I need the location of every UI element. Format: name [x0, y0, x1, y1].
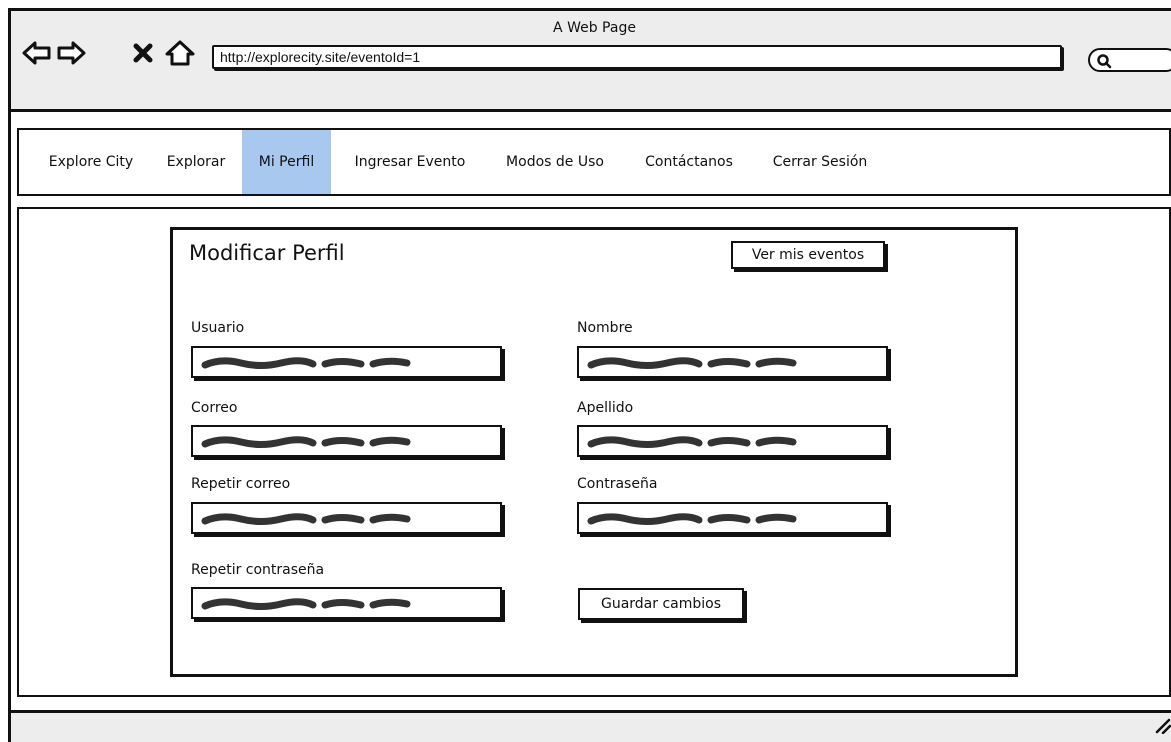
correo-field[interactable]: [191, 425, 502, 457]
field-label-repetir-correo: Repetir correo: [191, 476, 291, 492]
browser-window: A Web Page http://explorecity.site/event…: [0, 0, 1171, 742]
usuario-field[interactable]: [191, 346, 502, 378]
site-navbar: Explore City Explorar Mi Perfil Ingresar…: [17, 128, 1171, 196]
nav-item-explore-city[interactable]: Explore City: [33, 130, 149, 194]
window-title: A Web Page: [553, 20, 636, 36]
field-label-usuario: Usuario: [191, 320, 245, 336]
placeholder-scribble-icon: [587, 357, 797, 369]
search-icon: [1096, 53, 1112, 73]
contrasena-field[interactable]: [577, 502, 888, 534]
field-label-repetir-contrasena: Repetir contraseña: [191, 562, 325, 578]
form-title: Modificar Perfil: [189, 241, 345, 265]
nav-item-cerrar-sesion[interactable]: Cerrar Sesión: [759, 130, 881, 194]
placeholder-scribble-icon: [587, 513, 797, 525]
apellido-field[interactable]: [577, 425, 888, 457]
close-icon[interactable]: [128, 38, 158, 68]
field-label-apellido: Apellido: [577, 400, 634, 416]
url-bar[interactable]: http://explorecity.site/eventoId=1: [212, 45, 1062, 69]
repetir-correo-field[interactable]: [191, 502, 502, 534]
resize-grip-icon[interactable]: [1155, 718, 1171, 738]
browser-search-box[interactable]: [1088, 48, 1171, 72]
nombre-field[interactable]: [577, 346, 888, 378]
nav-item-mi-perfil[interactable]: Mi Perfil: [242, 130, 331, 194]
placeholder-scribble-icon: [587, 436, 797, 448]
save-changes-button[interactable]: Guardar cambios: [578, 588, 744, 620]
placeholder-scribble-icon: [201, 598, 411, 610]
forward-arrow-icon[interactable]: [56, 38, 86, 68]
placeholder-scribble-icon: [201, 357, 411, 369]
repetir-contrasena-field[interactable]: [191, 587, 502, 619]
field-label-nombre: Nombre: [577, 320, 633, 336]
nav-item-explorar[interactable]: Explorar: [155, 130, 237, 194]
status-bar: [8, 710, 1171, 742]
placeholder-scribble-icon: [201, 513, 411, 525]
nav-item-contactanos[interactable]: Contáctanos: [629, 130, 749, 194]
placeholder-scribble-icon: [201, 436, 411, 448]
field-label-contrasena: Contraseña: [577, 476, 658, 492]
field-label-correo: Correo: [191, 400, 238, 416]
view-events-button[interactable]: Ver mis eventos: [731, 241, 885, 269]
home-icon[interactable]: [165, 38, 195, 68]
nav-item-ingresar-evento[interactable]: Ingresar Evento: [337, 130, 483, 194]
nav-item-modos-de-uso[interactable]: Modos de Uso: [491, 130, 619, 194]
back-arrow-icon[interactable]: [22, 38, 52, 68]
